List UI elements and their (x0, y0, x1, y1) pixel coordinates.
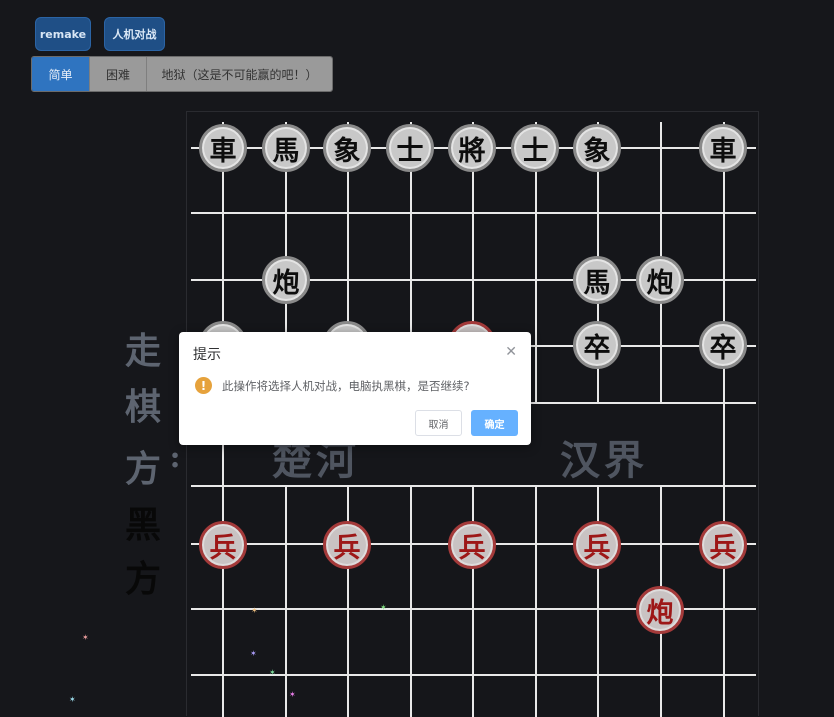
black-cannon[interactable]: 炮 (636, 256, 684, 304)
sparkle-icon: ✶ (380, 603, 387, 612)
side-label-char: 走 (124, 330, 161, 372)
black-rook[interactable]: 車 (199, 124, 247, 172)
pvc-button[interactable]: 人机对战 (104, 17, 165, 51)
difficulty-hell[interactable]: 地狱（这是不可能赢的吧！） (147, 57, 332, 91)
black-elephant[interactable]: 象 (323, 124, 371, 172)
sparkle-icon: ✶ (82, 633, 89, 642)
black-pawn[interactable]: 卒 (573, 321, 621, 369)
cancel-button[interactable]: 取消 (415, 410, 462, 436)
red-pawn[interactable]: 兵 (573, 521, 621, 569)
sparkle-icon: ✶ (269, 668, 276, 677)
sparkle-icon: ✶ (250, 649, 257, 658)
remake-button[interactable]: remake (35, 17, 91, 51)
dialog-title: 提示 (193, 347, 221, 363)
black-rook[interactable]: 車 (699, 124, 747, 172)
difficulty-hard[interactable]: 困难 (90, 57, 147, 91)
difficulty-selector: 简单 困难 地狱（这是不可能赢的吧！） (31, 56, 333, 92)
confirm-button[interactable]: 确定 (471, 410, 518, 436)
sparkle-icon: ✶ (289, 690, 296, 699)
black-advisor[interactable]: 士 (386, 124, 434, 172)
black-elephant[interactable]: 象 (573, 124, 621, 172)
warning-icon: ! (195, 377, 212, 394)
current-side-char: 黑 (124, 504, 161, 546)
red-pawn[interactable]: 兵 (323, 521, 371, 569)
confirm-dialog: 提示 ✕ ! 此操作将选择人机对战，电脑执黑棋，是否继续? 取消 确定 (179, 332, 531, 445)
close-icon[interactable]: ✕ (505, 344, 517, 360)
red-pawn[interactable]: 兵 (448, 521, 496, 569)
sparkle-icon: ✶ (251, 606, 258, 615)
side-label-char: 棋 (124, 386, 161, 428)
black-cannon[interactable]: 炮 (262, 256, 310, 304)
black-pawn[interactable]: 卒 (699, 321, 747, 369)
difficulty-easy[interactable]: 简单 (32, 57, 90, 91)
sparkle-icon: ✶ (69, 695, 76, 704)
black-advisor[interactable]: 士 (511, 124, 559, 172)
dialog-message: 此操作将选择人机对战，电脑执黑棋，是否继续? (222, 379, 470, 393)
red-pawn[interactable]: 兵 (699, 521, 747, 569)
black-horse[interactable]: 馬 (573, 256, 621, 304)
red-cannon[interactable]: 炮 (636, 586, 684, 634)
red-pawn[interactable]: 兵 (199, 521, 247, 569)
black-horse[interactable]: 馬 (262, 124, 310, 172)
current-side-char: 方 (124, 558, 161, 600)
black-general[interactable]: 將 (448, 124, 496, 172)
river-right-text: 汉界 (560, 437, 648, 484)
